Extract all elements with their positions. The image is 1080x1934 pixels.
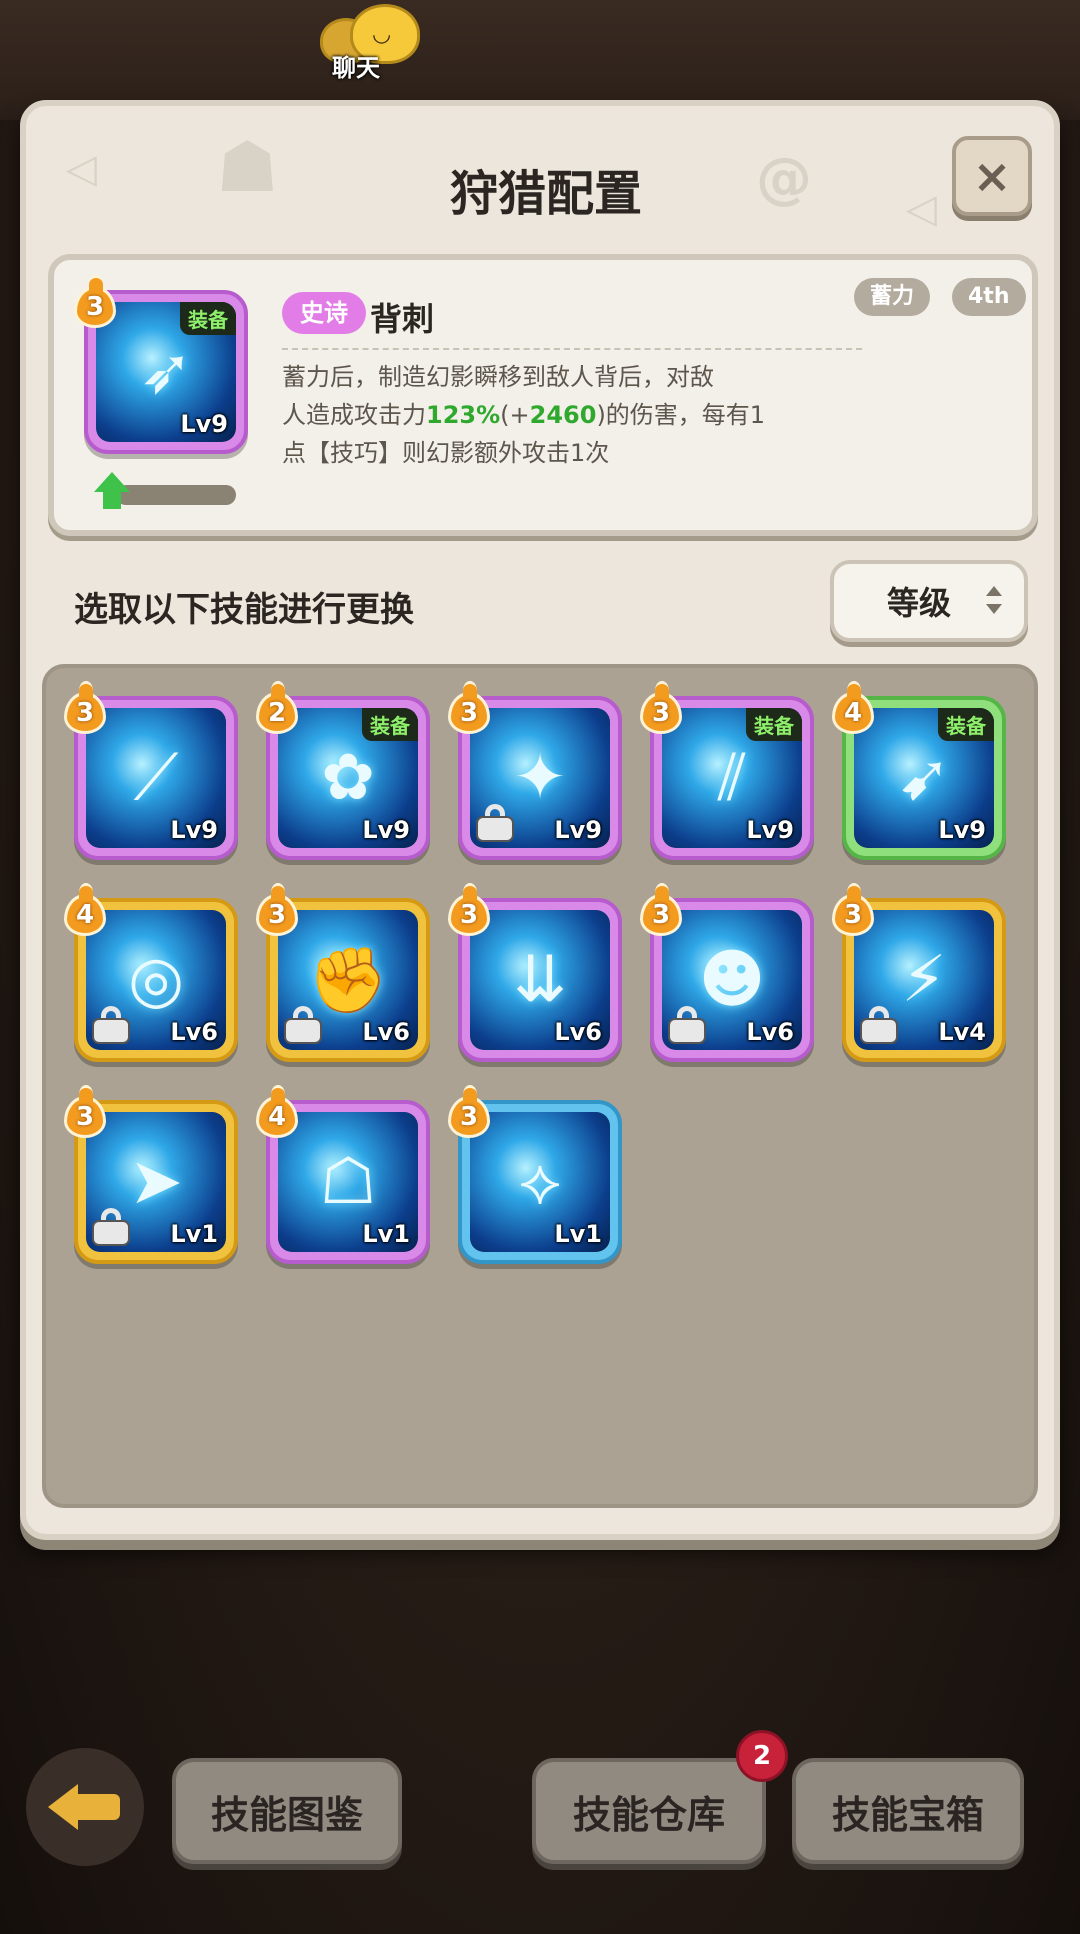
star-badge: 4 (832, 681, 874, 734)
warehouse-notification-badge: 2 (736, 1730, 788, 1782)
upgrade-progress-bar (116, 485, 236, 505)
sort-arrows-icon (986, 586, 1002, 616)
current-skill-card: ➶ 装备 Lv9 3 史诗 背刺 蓄力 4th 蓄力后，制造幻影瞬移到敌人背后，… (48, 254, 1038, 536)
star-badge: 2 (256, 681, 298, 734)
star-badge: 3 (64, 1085, 106, 1138)
skill-tile[interactable]: ⟡ Lv1 3 (448, 1085, 622, 1264)
bottom-bar: 技能图鉴 技能仓库 2 技能宝箱 (0, 1730, 1080, 1890)
star-badge: 3 (640, 883, 682, 936)
skill-level: Lv4 (938, 1018, 986, 1046)
panel-title: 狩猎配置 (449, 166, 642, 222)
skill-level: Lv9 (554, 816, 602, 844)
skill-level: Lv1 (554, 1220, 602, 1248)
star-badge: 3 (64, 681, 106, 734)
back-button[interactable] (26, 1748, 144, 1866)
lock-icon (862, 1006, 896, 1042)
skill-tile[interactable]: ✊ Lv6 3 (256, 883, 430, 1062)
skill-tile[interactable]: ➤ Lv1 3 (64, 1085, 238, 1264)
skill-level: Lv1 (170, 1220, 218, 1248)
skill-level: Lv9 (180, 410, 228, 438)
lightning-blade-icon: ⚡ Lv4 (854, 910, 994, 1050)
rarity-badge: 史诗 (282, 292, 366, 334)
chat-face-icon: ◡ (372, 22, 392, 47)
skill-tile[interactable]: ◎ Lv6 4 (64, 883, 238, 1062)
shadow-figure-icon: ☻ Lv6 (662, 910, 802, 1050)
skill-level: Lv9 (362, 816, 410, 844)
back-stab-icon: ➶ 装备 Lv9 (96, 302, 236, 442)
skill-name: 背刺 (370, 300, 435, 338)
tag-charge: 蓄力 (854, 278, 931, 316)
slash-streaks-icon: ⫽ 装备 Lv9 (662, 708, 802, 848)
falling-kunai-icon: ⇊ Lv6 (470, 910, 610, 1050)
skill-level: Lv6 (170, 1018, 218, 1046)
star-badge: 3 (448, 681, 490, 734)
star-badge: 3 (256, 883, 298, 936)
skill-tile[interactable]: ➹ 装备 Lv9 4 (832, 681, 1006, 860)
orbit-swirl-icon: ◎ Lv6 (86, 910, 226, 1050)
kunai-icon: ➹ 装备 Lv9 (854, 708, 994, 848)
skill-level: Lv9 (938, 816, 986, 844)
shadow-runner-icon: ☖ Lv1 (278, 1112, 418, 1252)
skill-tile[interactable]: ⫽ 装备 Lv9 3 (640, 681, 814, 860)
blade-fan-icon: ✦ Lv9 (470, 708, 610, 848)
leaf-creature-icon: ✿ 装备 Lv9 (278, 708, 418, 848)
triple-blades-icon: ⟋ Lv9 (86, 708, 226, 848)
skill-level: Lv6 (554, 1018, 602, 1046)
star-badge: 4 (64, 883, 106, 936)
equipped-tag: 装备 (362, 708, 418, 741)
fist-punch-icon: ✊ Lv6 (278, 910, 418, 1050)
lock-icon (286, 1006, 320, 1042)
star-badge: 3 (832, 883, 874, 936)
back-arrow-icon (48, 1784, 120, 1830)
skill-codex-button[interactable]: 技能图鉴 (172, 1758, 402, 1864)
skill-tile[interactable]: ✦ Lv9 3 (448, 681, 622, 860)
skill-tile[interactable]: ⟋ Lv9 3 (64, 681, 238, 860)
skill-level: Lv6 (746, 1018, 794, 1046)
skill-tile[interactable]: ☻ Lv6 3 (640, 883, 814, 1062)
star-badge: 3 (448, 883, 490, 936)
chat-button[interactable]: ◡ 聊天 (320, 0, 430, 82)
skill-tile[interactable]: ☖ Lv1 4 (256, 1085, 430, 1264)
star-badge: 4 (256, 1085, 298, 1138)
skill-description: 蓄力后，制造幻影瞬移到敌人背后，对敌 人造成攻击力123%(+2460)的伤害，… (282, 363, 766, 467)
sort-dropdown[interactable]: 等级 (830, 560, 1028, 642)
skill-level: Lv1 (362, 1220, 410, 1248)
equipped-tag: 装备 (938, 708, 994, 741)
skill-warehouse-button[interactable]: 技能仓库 (532, 1758, 766, 1864)
equipped-tag: 装备 (180, 302, 236, 335)
star-badge: 3 (74, 275, 116, 328)
star-badge: 3 (640, 681, 682, 734)
divider (282, 348, 862, 350)
equipped-tag: 装备 (746, 708, 802, 741)
lock-icon (670, 1006, 704, 1042)
lock-icon (94, 1006, 128, 1042)
lock-icon (94, 1208, 128, 1244)
close-icon: × (972, 149, 1012, 203)
skill-chest-button[interactable]: 技能宝箱 (792, 1758, 1024, 1864)
close-button[interactable]: × (952, 136, 1032, 216)
skill-level: Lv6 (362, 1018, 410, 1046)
select-skill-label: 选取以下技能进行更换 (74, 590, 414, 630)
lock-icon (478, 804, 512, 840)
horn-thrust-icon: ⟡ Lv1 (470, 1112, 610, 1252)
hunting-config-panel: ◁ ☗ @ ◁ 狩猎配置 × ➶ 装备 Lv9 3 史诗 背刺 蓄力 4th 蓄… (20, 100, 1060, 1540)
dash-strike-icon: ➤ Lv1 (86, 1112, 226, 1252)
sort-value: 等级 (886, 584, 951, 622)
chat-label: 聊天 (332, 54, 380, 82)
skill-level: Lv9 (746, 816, 794, 844)
star-badge: 3 (448, 1085, 490, 1138)
current-skill-icon[interactable]: ➶ 装备 Lv9 3 (74, 275, 248, 454)
skill-tile[interactable]: ⇊ Lv6 3 (448, 883, 622, 1062)
skill-level: Lv9 (170, 816, 218, 844)
skill-grid: ⟋ Lv9 3 ✿ 装备 Lv9 2 ✦ Lv9 3 ⫽ 装备 Lv9 3 ➹ 装备 Lv9 4 ◎ Lv6 4 ✊ Lv6… (42, 664, 1038, 1508)
upgrade-arrow-icon (92, 472, 132, 512)
skill-tile[interactable]: ⚡ Lv4 3 (832, 883, 1006, 1062)
tag-order: 4th (952, 278, 1026, 316)
skill-tile[interactable]: ✿ 装备 Lv9 2 (256, 681, 430, 860)
